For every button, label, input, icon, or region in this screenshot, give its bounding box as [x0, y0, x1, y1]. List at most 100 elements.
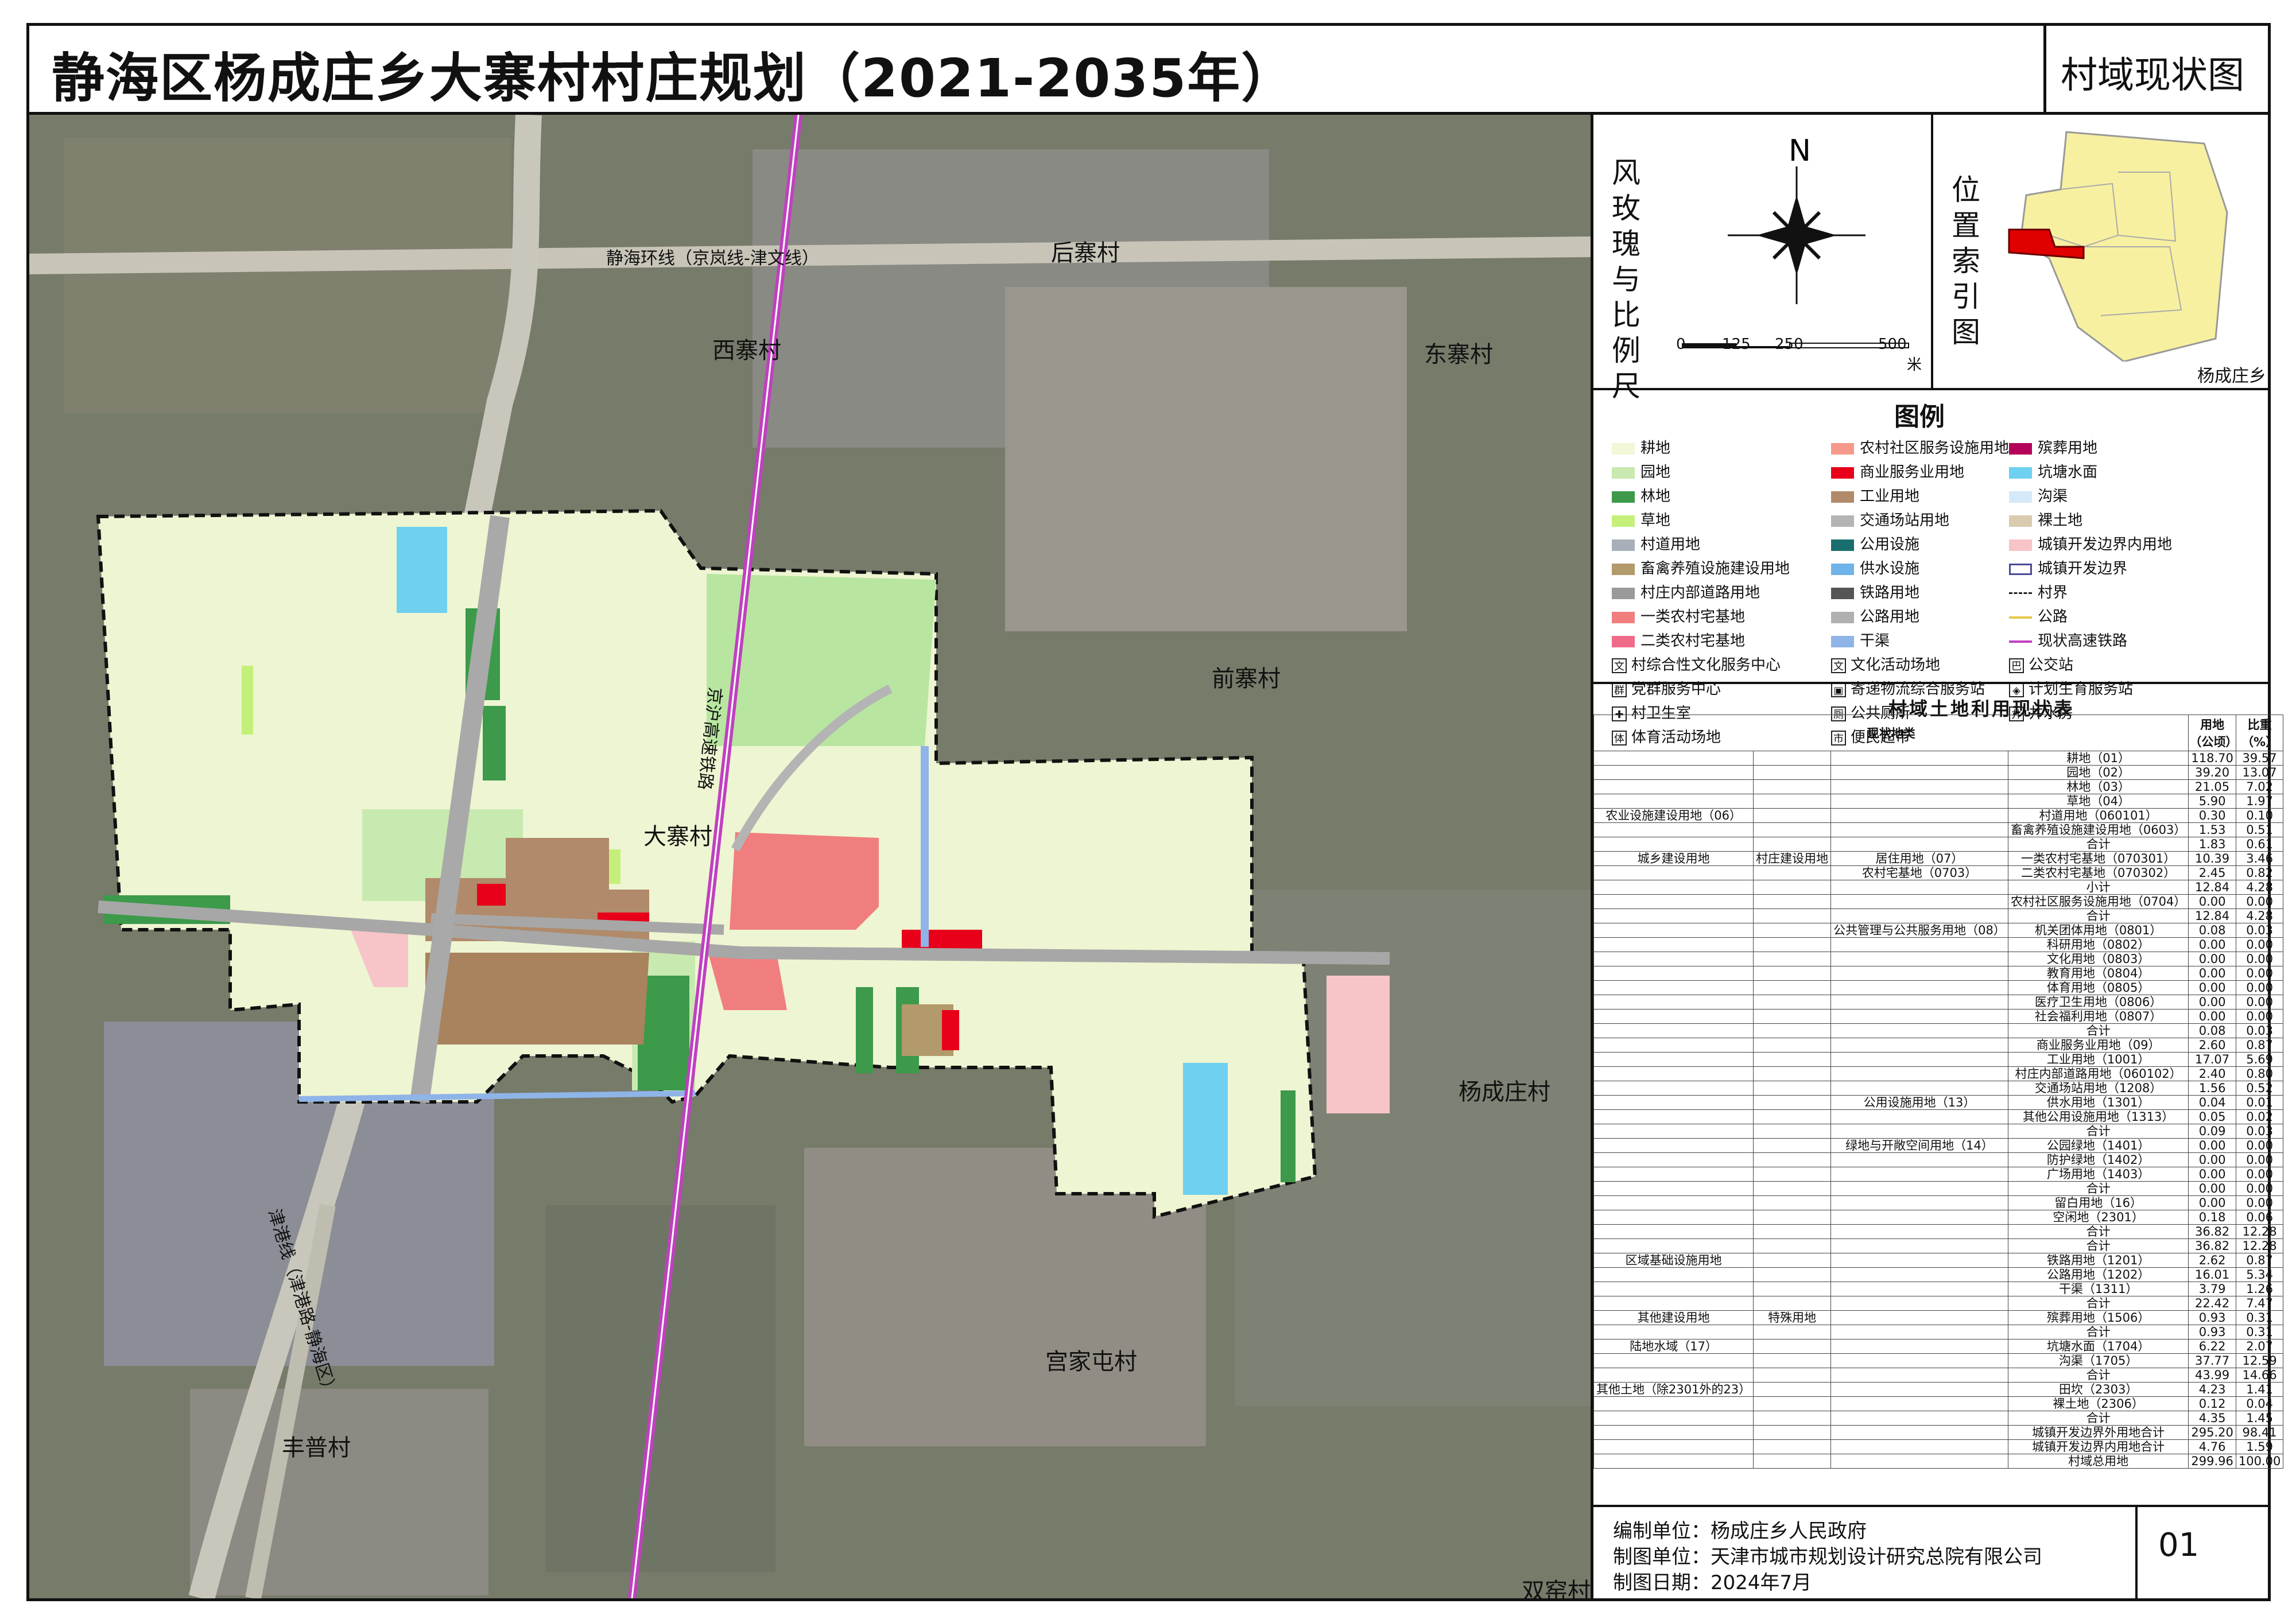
table-cell: 合计 — [2007, 1181, 2189, 1196]
legend-swatch — [1612, 515, 1635, 527]
table-cell: 村道用地（060101） — [2007, 808, 2189, 823]
table-cell: 0.00 — [2188, 1152, 2236, 1167]
north-letter: N — [1789, 134, 1811, 168]
legend-item: 工业用地 — [1831, 484, 1919, 506]
legend-item: 公路用地 — [1831, 605, 1919, 626]
table-cell — [1753, 1052, 1832, 1067]
table-cell — [1593, 779, 1754, 794]
map-canvas[interactable]: 后寨村 西寨村 东寨村 前寨村 大寨村 杨成庄村 宫家屯村 丰普村 双窑村 静海… — [29, 115, 1591, 1598]
table-row: 城镇开发边界内用地合计 4.76 1.59 — [1593, 1439, 2284, 1454]
table-cell — [1593, 880, 1754, 895]
table-cell: 0.00 — [2235, 966, 2284, 981]
table-row: 防护绿地（1402） 0.00 0.00 — [1593, 1152, 2284, 1167]
table-cell — [1830, 1066, 2008, 1081]
table-cell: 干渠（1311） — [2007, 1282, 2189, 1296]
table-cell: 7.47 — [2235, 1296, 2284, 1311]
table-cell: 供水用地（1301） — [2007, 1095, 2189, 1110]
table-cell — [1593, 1210, 1754, 1225]
table-header: 比重（%） — [2235, 715, 2284, 751]
table-cell: 0.87 — [2235, 1038, 2284, 1053]
table-cell: 林地（03） — [2007, 779, 2189, 794]
table-cell — [1593, 1138, 1754, 1153]
legend-item: 村道用地 — [1612, 533, 1700, 554]
legend-label: 公用设施 — [1860, 536, 1920, 553]
table-cell — [1830, 1368, 2008, 1383]
legend-item: 文村综合性文化服务中心 — [1612, 653, 1781, 674]
table-cell: 其他土地（除2301外的23） — [1593, 1382, 1754, 1397]
table-cell: 2.40 — [2188, 1066, 2236, 1081]
table-cell — [1593, 1296, 1754, 1311]
table-cell: 0.00 — [2235, 1138, 2284, 1153]
table-cell: 0.00 — [2235, 995, 2284, 1009]
table-row: 合计 0.08 0.03 — [1593, 1023, 2284, 1038]
legend-label: 耕地 — [1640, 440, 1671, 457]
map-type-label: 村域现状图 — [2061, 55, 2244, 97]
table-cell — [1753, 865, 1832, 880]
table-cell — [1830, 837, 2008, 852]
table-cell: 0.00 — [2235, 1152, 2284, 1167]
table-cell — [1753, 1167, 1832, 1182]
table-cell: 14.66 — [2235, 1368, 2284, 1383]
table-cell: 医疗卫生用地（0806） — [2007, 995, 2189, 1009]
table-row: 交通场站用地（1208） 1.56 0.52 — [1593, 1081, 2284, 1096]
legend-label: 供水设施 — [1860, 560, 1920, 577]
place-label: 后寨村 — [1051, 240, 1120, 266]
table-cell — [1753, 822, 1832, 837]
table-cell — [1830, 1238, 2008, 1253]
table-cell: 村庄建设用地 — [1753, 851, 1832, 866]
table-cell — [1593, 1396, 1754, 1411]
legend-icon: 群 — [1612, 682, 1627, 697]
table-row: 教育用地（0804） 0.00 0.00 — [1593, 966, 2284, 981]
map-title: 静海区杨成庄乡大寨村村庄规划（2021-2035年） — [52, 48, 1296, 109]
table-cell — [1593, 1353, 1754, 1368]
table-cell: 21.05 — [2188, 779, 2236, 794]
table-cell — [1830, 1282, 2008, 1296]
table-cell: 园地（02） — [2007, 765, 2189, 780]
legend-label: 畜禽养殖设施建设用地 — [1640, 560, 1790, 577]
table-cell: 39.57 — [2235, 751, 2284, 766]
table-cell — [1830, 1181, 2008, 1196]
table-cell — [1830, 1382, 2008, 1397]
legend-title: 图例 — [1894, 402, 1945, 432]
table-cell — [1593, 837, 1754, 852]
legend-label: 裸土地 — [2038, 512, 2083, 529]
table-cell: 0.00 — [2188, 966, 2236, 981]
table-cell — [1753, 1382, 1832, 1397]
table-row: 林地（03） 21.05 7.02 — [1593, 779, 2284, 794]
table-cell — [1593, 1425, 1754, 1440]
table-cell: 0.87 — [2235, 1253, 2284, 1268]
table-row: 合计 36.82 12.28 — [1593, 1238, 2284, 1253]
table-cell — [1753, 1138, 1832, 1153]
table-cell — [1593, 1066, 1754, 1081]
table-cell: 合计 — [2007, 837, 2189, 852]
table-cell — [1593, 1124, 1754, 1139]
table-cell: 0.04 — [2188, 1095, 2236, 1110]
table-cell — [1830, 880, 2008, 895]
table-cell — [1830, 1253, 2008, 1268]
table-cell — [1593, 1411, 1754, 1426]
legend-label: 殡葬用地 — [2038, 440, 2098, 457]
table-cell: 0.00 — [2235, 1181, 2284, 1196]
legend-item: 畜禽养殖设施建设用地 — [1612, 557, 1790, 578]
land-use-table: 现状地类 用地（公顷） 比重（%） 耕地（01） 118.70 39.57 园地（02… — [1593, 715, 2284, 1469]
table-cell — [1593, 822, 1754, 837]
table-row: 科研用地（0802） 0.00 0.00 — [1593, 937, 2284, 952]
table-cell: 0.52 — [2235, 1081, 2284, 1096]
table-cell — [1753, 837, 1832, 852]
table-cell — [1593, 966, 1754, 981]
table-cell: 12.28 — [2235, 1238, 2284, 1253]
table-cell — [1593, 1238, 1754, 1253]
legend-item: 铁路用地 — [1831, 581, 1919, 602]
table-cell: 殡葬用地（1506） — [2007, 1310, 2189, 1325]
legend-item: 坑塘水面 — [2009, 460, 2097, 482]
table-cell — [1753, 952, 1832, 966]
table-cell: 城镇开发边界外用地合计 — [2007, 1425, 2189, 1440]
table-row: 合计 0.09 0.03 — [1593, 1124, 2284, 1139]
table-cell: 公共管理与公共服务用地（08） — [1830, 923, 2008, 938]
table-row: 干渠（1311） 3.79 1.26 — [1593, 1282, 2284, 1296]
table-cell: 村庄内部道路用地（060102） — [2007, 1066, 2189, 1081]
table-cell — [1830, 794, 2008, 809]
table-cell: 0.02 — [2235, 1109, 2284, 1124]
legend-swatch — [1831, 515, 1854, 527]
table-cell: 295.20 — [2188, 1425, 2236, 1440]
